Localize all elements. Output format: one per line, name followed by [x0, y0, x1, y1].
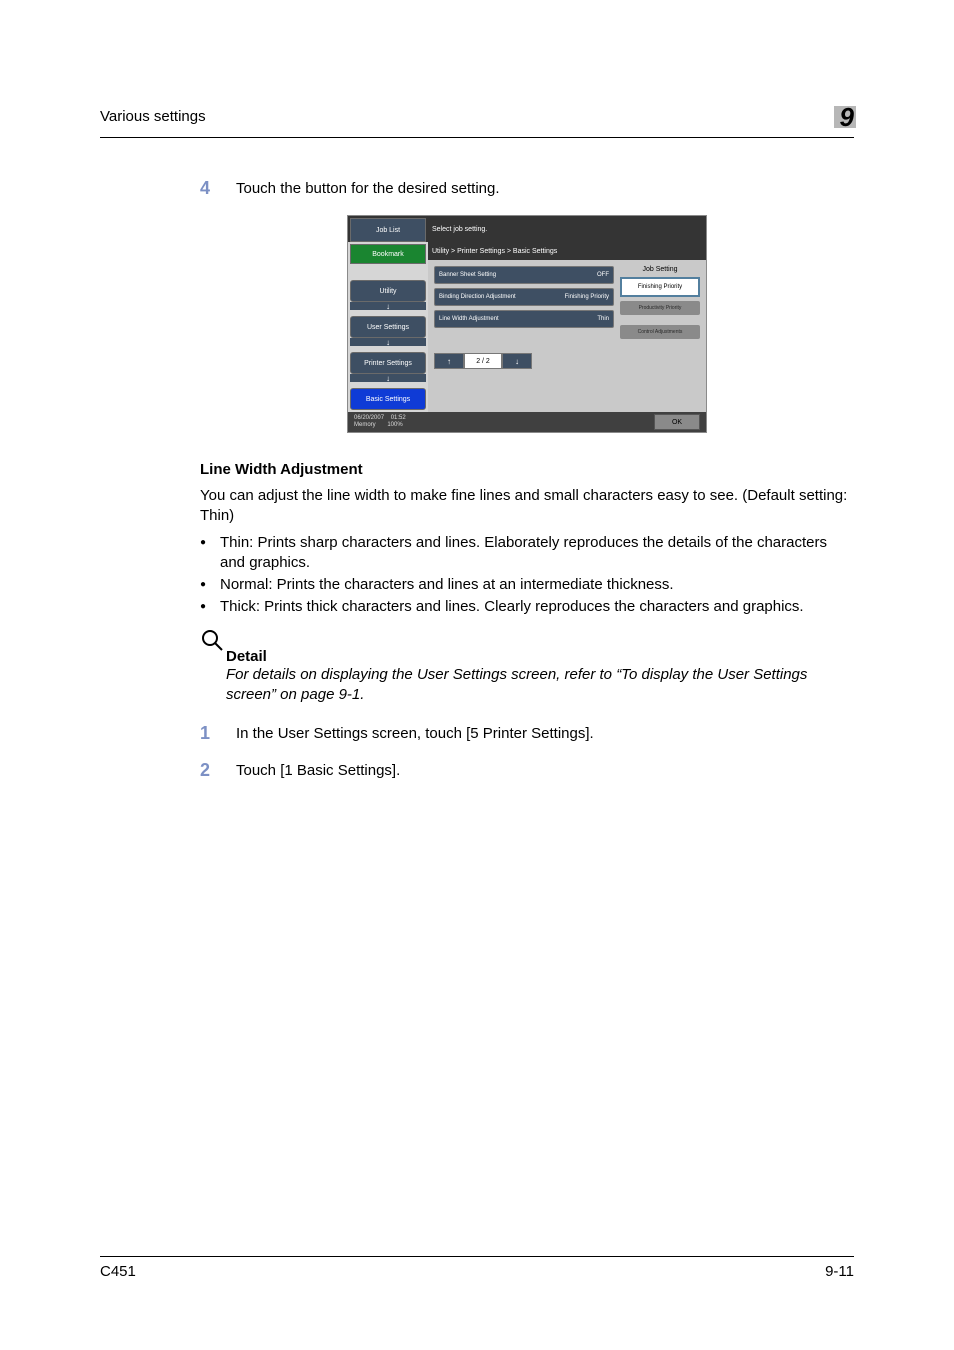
sidebar-utility[interactable]: Utility: [350, 280, 426, 302]
top-instruction: Select job setting.: [426, 216, 706, 242]
footer-time: 01:52: [391, 415, 406, 421]
banner-value: OFF: [597, 272, 609, 278]
chapter-box: 9: [834, 100, 854, 133]
ss-main: Utility > Printer Settings > Basic Setti…: [428, 242, 706, 412]
ss-topbar: Job List Select job setting.: [348, 216, 706, 242]
footer-rule: [100, 1256, 854, 1257]
breadcrumb: Utility > Printer Settings > Basic Setti…: [428, 242, 706, 260]
productivity-priority-button[interactable]: Productivity Priority: [620, 301, 700, 315]
section-intro: You can adjust the line width to make fi…: [200, 486, 854, 527]
detail-title: Detail: [226, 648, 854, 665]
control-adjustments-button[interactable]: Control Adjustments: [620, 325, 700, 339]
footer-info: 06/20/2007 01:52 Memory 100%: [354, 415, 406, 428]
bullet-list: Thin: Prints sharp characters and lines.…: [200, 533, 854, 618]
banner-sheet-option[interactable]: Banner Sheet Setting OFF: [434, 266, 614, 284]
page-up-button[interactable]: ↑: [434, 353, 464, 369]
bullet-normal: Normal: Prints the characters and lines …: [200, 575, 854, 595]
ss-sidebar: Bookmark Utility ↓ User Settings ↓ Print…: [348, 242, 428, 412]
detail-text: For details on displaying the User Setti…: [226, 665, 854, 706]
bookmark-tab[interactable]: Bookmark: [350, 244, 426, 264]
right-column: Job Setting Finishing Priority Productiv…: [620, 266, 700, 343]
job-setting-label: Job Setting: [620, 266, 700, 273]
job-list-tab[interactable]: Job List: [350, 218, 426, 242]
sidebar-printer-settings[interactable]: Printer Settings: [350, 352, 426, 374]
step-1-text: In the User Settings screen, touch [5 Pr…: [236, 723, 594, 742]
bullet-thin: Thin: Prints sharp characters and lines.…: [200, 533, 854, 574]
line-value: Thin: [597, 316, 609, 322]
pager: ↑ 2 / 2 ↓: [428, 349, 706, 375]
footer-model: C451: [100, 1263, 136, 1280]
header-title: Various settings: [100, 108, 206, 125]
arrow-down-icon: ↓: [350, 374, 426, 382]
step-4-number: 4: [200, 178, 236, 199]
page: Various settings 9 4 Touch the button fo…: [0, 0, 954, 1350]
line-label: Line Width Adjustment: [439, 316, 499, 322]
footer-page-number: 9-11: [825, 1263, 854, 1280]
page-footer: C451 9-11: [100, 1256, 854, 1280]
line-width-option[interactable]: Line Width Adjustment Thin: [434, 310, 614, 328]
binding-direction-option[interactable]: Binding Direction Adjustment Finishing P…: [434, 288, 614, 306]
detail-block: Detail For details on displaying the Use…: [200, 628, 854, 706]
step-2-row: 2 Touch [1 Basic Settings].: [200, 760, 854, 781]
step-4-row: 4 Touch the button for the desired setti…: [200, 178, 854, 199]
step-1-row: 1 In the User Settings screen, touch [5 …: [200, 723, 854, 744]
banner-label: Banner Sheet Setting: [439, 272, 496, 278]
ss-content-row: Banner Sheet Setting OFF Binding Directi…: [428, 260, 706, 349]
ss-body: Bookmark Utility ↓ User Settings ↓ Print…: [348, 242, 706, 412]
bullet-thick: Thick: Prints thick characters and lines…: [200, 597, 854, 617]
section-heading: Line Width Adjustment: [200, 461, 854, 478]
arrow-down-icon: ↓: [350, 338, 426, 346]
footer-mem-label: Memory: [354, 422, 376, 428]
device-screenshot: Job List Select job setting. Bookmark Ut…: [347, 215, 707, 433]
footer-mem-value: 100%: [387, 422, 402, 428]
page-down-button[interactable]: ↓: [502, 353, 532, 369]
step-4-text: Touch the button for the desired setting…: [236, 178, 500, 197]
step-2-number: 2: [200, 760, 236, 781]
step-2-text: Touch [1 Basic Settings].: [236, 760, 400, 779]
content-area: 4 Touch the button for the desired setti…: [200, 178, 854, 781]
footer-date: 06/20/2007: [354, 415, 384, 421]
running-header: Various settings 9: [100, 100, 854, 133]
binding-label: Binding Direction Adjustment: [439, 294, 516, 300]
page-indicator: 2 / 2: [464, 353, 502, 369]
sidebar-user-settings[interactable]: User Settings: [350, 316, 426, 338]
sidebar-basic-settings[interactable]: Basic Settings: [350, 388, 426, 410]
chapter-number: 9: [840, 102, 854, 133]
arrow-down-icon: ↓: [350, 302, 426, 310]
magnifier-icon: [200, 628, 224, 652]
footer-row: C451 9-11: [100, 1263, 854, 1280]
binding-value: Finishing Priority: [565, 294, 609, 300]
ss-footer: 06/20/2007 01:52 Memory 100% OK: [348, 412, 706, 432]
finishing-priority-button[interactable]: Finishing Priority: [620, 277, 700, 297]
step-1-number: 1: [200, 723, 236, 744]
options-column: Banner Sheet Setting OFF Binding Directi…: [434, 266, 614, 343]
ok-button[interactable]: OK: [654, 414, 700, 430]
header-rule: [100, 137, 854, 138]
